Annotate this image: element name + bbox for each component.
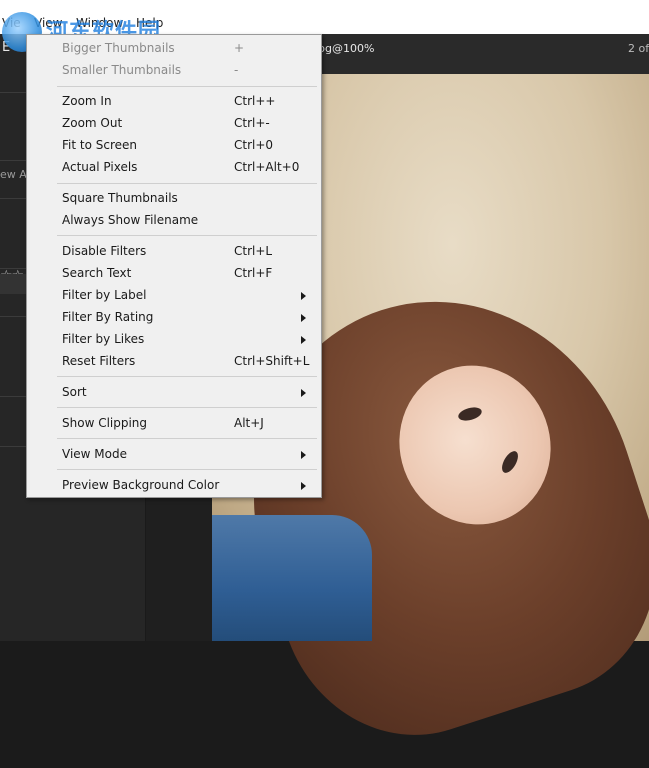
image-counter: 2 of: [628, 42, 649, 55]
menu-window[interactable]: Window: [76, 16, 123, 30]
menu-separator: [57, 469, 317, 470]
menu-item-show-clipping[interactable]: Show Clipping Alt+J: [27, 413, 321, 435]
menu-item-square-thumbnails[interactable]: Square Thumbnails: [27, 188, 321, 210]
submenu-arrow-icon: [301, 482, 306, 490]
menu-view[interactable]: View: [34, 16, 62, 30]
menu-vie[interactable]: Vie: [2, 16, 21, 30]
menu-item-view-mode[interactable]: View Mode: [27, 444, 321, 466]
menu-separator: [57, 183, 317, 184]
menu-item-sort[interactable]: Sort: [27, 382, 321, 404]
menu-item-actual-pixels[interactable]: Actual Pixels Ctrl+Alt+0: [27, 157, 321, 179]
image-title: pg@100%: [318, 42, 375, 55]
submenu-arrow-icon: [301, 336, 306, 344]
menu-separator: [57, 235, 317, 236]
menu-separator: [57, 376, 317, 377]
menu-item-zoom-in[interactable]: Zoom In Ctrl++: [27, 91, 321, 113]
submenu-arrow-icon: [301, 451, 306, 459]
photo-jacket: [212, 515, 372, 641]
submenu-arrow-icon: [301, 292, 306, 300]
menu-item-bigger-thumbnails[interactable]: Bigger Thumbnails +: [27, 38, 321, 60]
submenu-arrow-icon: [301, 389, 306, 397]
menu-help[interactable]: Help: [136, 16, 163, 30]
menu-separator: [57, 86, 317, 87]
menu-item-filter-by-rating[interactable]: Filter By Rating: [27, 307, 321, 329]
menu-item-disable-filters[interactable]: Disable Filters Ctrl+L: [27, 241, 321, 263]
menu-item-always-show-filename[interactable]: Always Show Filename: [27, 210, 321, 232]
left-panel-label: E: [2, 40, 11, 55]
left-panel-view-all[interactable]: ew A: [0, 168, 27, 181]
submenu-arrow-icon: [301, 314, 306, 322]
menu-item-search-text[interactable]: Search Text Ctrl+F: [27, 263, 321, 285]
menu-separator: [57, 407, 317, 408]
menu-separator: [57, 438, 317, 439]
menu-item-filter-by-label[interactable]: Filter by Label: [27, 285, 321, 307]
menu-item-fit-to-screen[interactable]: Fit to Screen Ctrl+0: [27, 135, 321, 157]
view-menu: Bigger Thumbnails + Smaller Thumbnails -…: [26, 34, 322, 498]
menu-item-filter-by-likes[interactable]: Filter by Likes: [27, 329, 321, 351]
menu-item-reset-filters[interactable]: Reset Filters Ctrl+Shift+L: [27, 351, 321, 373]
menu-bar: Vie View Window Help: [0, 0, 649, 34]
menu-item-zoom-out[interactable]: Zoom Out Ctrl+-: [27, 113, 321, 135]
menu-item-preview-background-color[interactable]: Preview Background Color: [27, 475, 321, 497]
menu-item-smaller-thumbnails[interactable]: Smaller Thumbnails -: [27, 60, 321, 82]
